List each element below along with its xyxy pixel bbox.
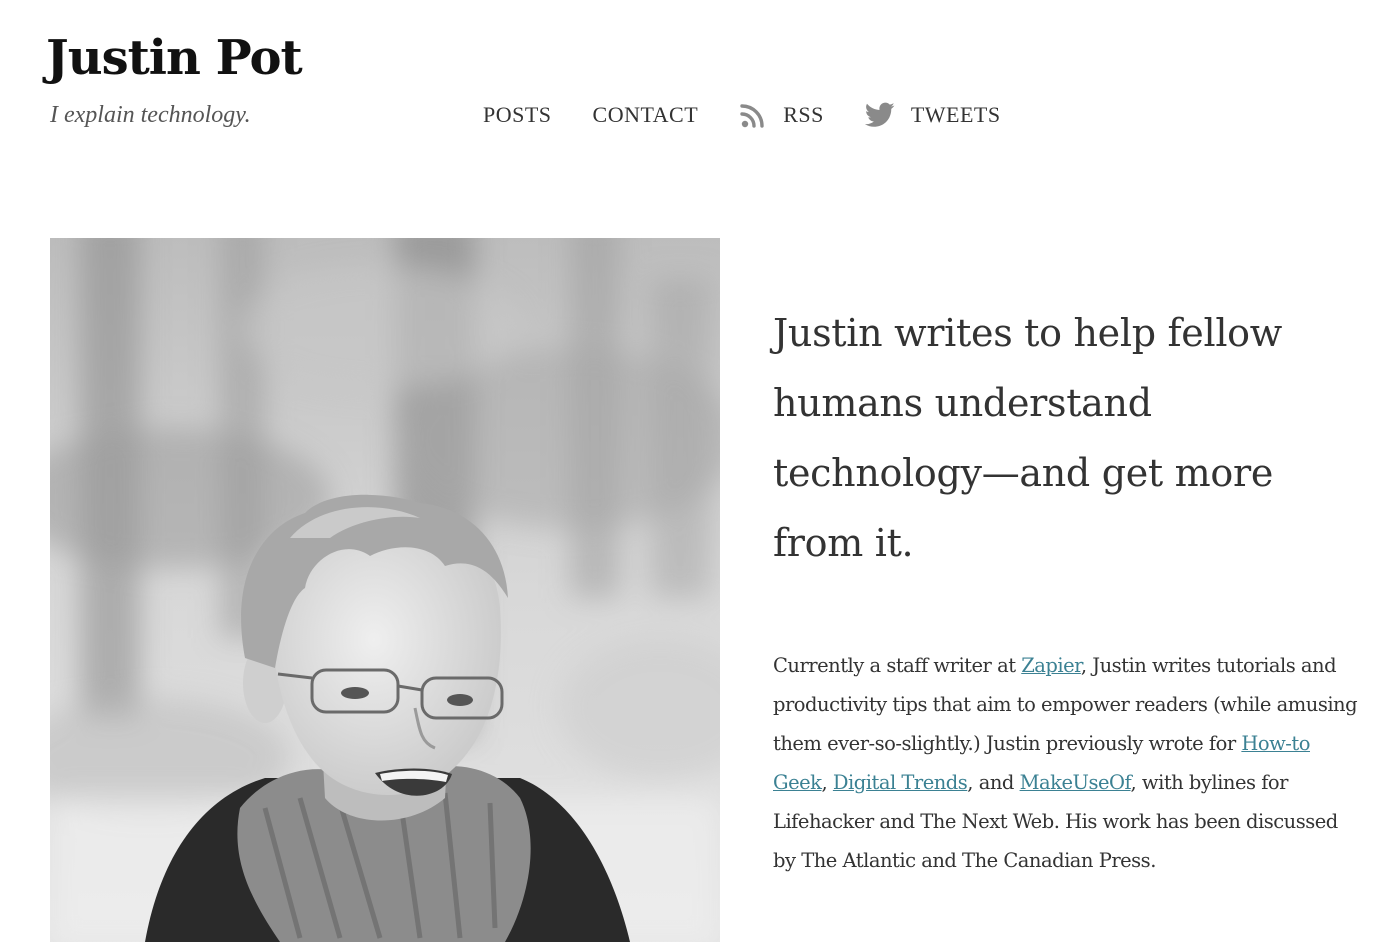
nav-rss-label: RSS: [783, 102, 824, 127]
hero-headline: Justin writes to help fellow humans unde…: [773, 311, 1282, 565]
nav-contact-link[interactable]: CONTACT: [593, 102, 699, 128]
site-tagline: I explain technology.: [50, 102, 251, 128]
digital-trends-link[interactable]: Digital Trends: [833, 771, 968, 794]
nav-contact-label: CONTACT: [592, 102, 699, 127]
rss-icon: [739, 101, 767, 129]
bio-paragraph: Currently a staff writer at Zapier, Just…: [773, 646, 1363, 880]
bio-text-1: Currently a staff writer at: [773, 654, 1022, 677]
site-title[interactable]: Justin Pot: [46, 28, 303, 88]
bio-text-4: , and: [967, 771, 1020, 794]
portrait-photo: [50, 238, 720, 942]
twitter-bird-icon: [864, 102, 895, 128]
nav-posts-label: POSTS: [483, 102, 552, 127]
nav-tweets-link[interactable]: TWEETS: [864, 102, 1001, 128]
nav-posts-link[interactable]: POSTS: [483, 102, 552, 128]
nav-rss-link[interactable]: RSS: [739, 101, 824, 129]
zapier-link[interactable]: Zapier: [1021, 654, 1081, 677]
bio-text-3: ,: [821, 771, 833, 794]
nav-tweets-label: TWEETS: [910, 102, 1001, 127]
makeuseof-link[interactable]: MakeUseOf: [1020, 771, 1131, 794]
main-nav: POSTS CONTACT RSS TWEETS: [483, 100, 1001, 130]
